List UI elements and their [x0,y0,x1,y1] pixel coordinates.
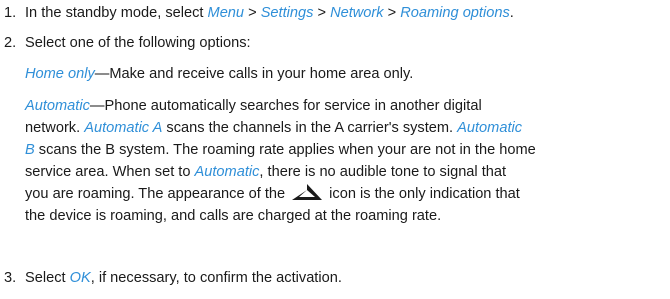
menu-link[interactable]: Home only [25,66,95,82]
step-2: 2. Select one of the following options: [4,32,251,54]
menu-link[interactable]: Automatic A [84,120,162,136]
step-number: 3. [4,270,17,286]
text-run: Select one of the following options: [25,35,251,51]
text-run: Select [25,270,70,286]
step-text: Select OK, if necessary, to confirm the … [25,270,342,286]
text-run: > [383,5,401,21]
text-run: In the standby mode, select [25,5,208,21]
document-page: 1. In the standby mode, select Menu > Set… [0,0,670,299]
roaming-triangle-icon [292,184,323,200]
menu-link[interactable]: Automatic [25,98,90,114]
step-number: 2. [4,35,17,51]
paragraph-line: you are roaming. The appearance of the ic… [25,183,665,205]
step-3: 3. Select OK, if necessary, to confirm th… [4,267,342,289]
option-automatic: Automatic—Phone automatically searches f… [25,95,665,227]
step-text: Select one of the following options: [25,35,251,51]
text-run: , if necessary, to confirm the activatio… [90,270,342,286]
step-number: 1. [4,5,17,21]
paragraph-line: B scans the B system. The roaming rate a… [25,139,665,161]
text-run: you are roaming. The appearance of the [25,186,286,202]
menu-link[interactable]: Menu [208,5,245,21]
paragraph-line: Automatic—Phone automatically searches f… [25,95,665,117]
paragraph-line: service area. When set to Automatic, the… [25,161,665,183]
text-run: network. [25,120,85,136]
text-run: scans the channels in the A carrier's sy… [162,120,458,136]
text-run: service area. When set to [25,164,195,180]
text-run: scans the B system. The roaming rate app… [34,142,536,158]
menu-link[interactable]: B [25,142,35,158]
option-home-only: Home only—Make and receive calls in your… [25,63,665,85]
text-run: —Make and receive calls in your home are… [94,66,414,82]
paragraph-line: network. Automatic A scans the channels … [25,117,665,139]
menu-link[interactable]: OK [70,270,91,286]
text-run: —Phone automatically searches for servic… [89,98,482,114]
text-run: , there is no audible tone to signal tha… [259,164,507,180]
text-run: > [313,5,331,21]
paragraph-line: the device is roaming, and calls are cha… [25,205,665,227]
menu-link[interactable]: Network [330,5,384,21]
text-run: icon is the only indication that [329,186,520,202]
menu-link[interactable]: Settings [261,5,314,21]
text-run: the device is roaming, and calls are cha… [25,208,442,224]
paragraph-line: Home only—Make and receive calls in your… [25,63,665,85]
menu-link[interactable]: Roaming options [400,5,510,21]
menu-link[interactable]: Automatic [195,164,260,180]
step-1: 1. In the standby mode, select Menu > Set… [4,2,514,24]
text-run: > [244,5,261,21]
menu-link[interactable]: Automatic [457,120,522,136]
step-text: In the standby mode, select Menu > Setti… [25,5,514,21]
text-run: . [509,5,514,21]
